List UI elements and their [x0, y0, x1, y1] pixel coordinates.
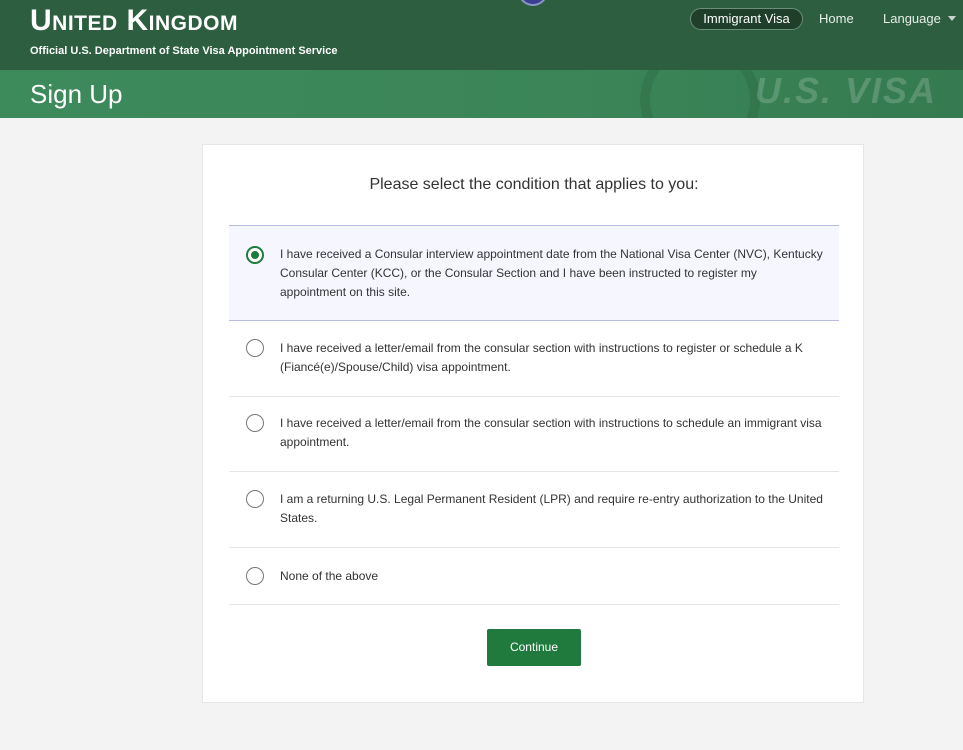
- visa-watermark: U.S. VISA: [755, 70, 938, 111]
- language-dropdown[interactable]: Language: [883, 11, 941, 26]
- radio-button[interactable]: [246, 414, 264, 432]
- radio-button[interactable]: [246, 246, 264, 264]
- country-title: United Kingdom: [30, 4, 238, 37]
- option-label: None of the above: [280, 569, 379, 583]
- option-nvc-appointment[interactable]: I have received a Consular interview app…: [229, 225, 839, 321]
- form-prompt: Please select the condition that applies…: [369, 176, 699, 193]
- radio-button[interactable]: [246, 339, 264, 357]
- site-subtitle: Official U.S. Department of State Visa A…: [30, 45, 338, 57]
- home-link[interactable]: Home: [819, 11, 854, 26]
- page-title: Sign Up: [30, 79, 123, 109]
- chevron-down-icon[interactable]: [948, 16, 956, 21]
- continue-button[interactable]: Continue: [487, 629, 581, 666]
- option-label: I have received a Consular interview app…: [280, 247, 823, 299]
- option-label: I have received a letter/email from the …: [280, 416, 822, 449]
- option-k-visa[interactable]: I have received a letter/email from the …: [229, 321, 839, 397]
- option-returning-lpr[interactable]: I am a returning U.S. Legal Permanent Re…: [229, 472, 839, 548]
- option-none[interactable]: None of the above: [229, 548, 839, 605]
- option-label: I have received a letter/email from the …: [280, 341, 803, 374]
- visa-type-button[interactable]: Immigrant Visa: [690, 8, 803, 30]
- seal-icon: [518, 0, 548, 6]
- signup-card: Please select the condition that applies…: [202, 144, 864, 703]
- site-header: United Kingdom Official U.S. Department …: [0, 0, 963, 70]
- page-banner: U.S. VISA Sign Up: [0, 70, 963, 118]
- radio-button[interactable]: [246, 567, 264, 585]
- option-immigrant-visa[interactable]: I have received a letter/email from the …: [229, 397, 839, 472]
- radio-button[interactable]: [246, 490, 264, 508]
- option-label: I am a returning U.S. Legal Permanent Re…: [280, 492, 823, 525]
- seal-watermark-icon: [640, 70, 760, 118]
